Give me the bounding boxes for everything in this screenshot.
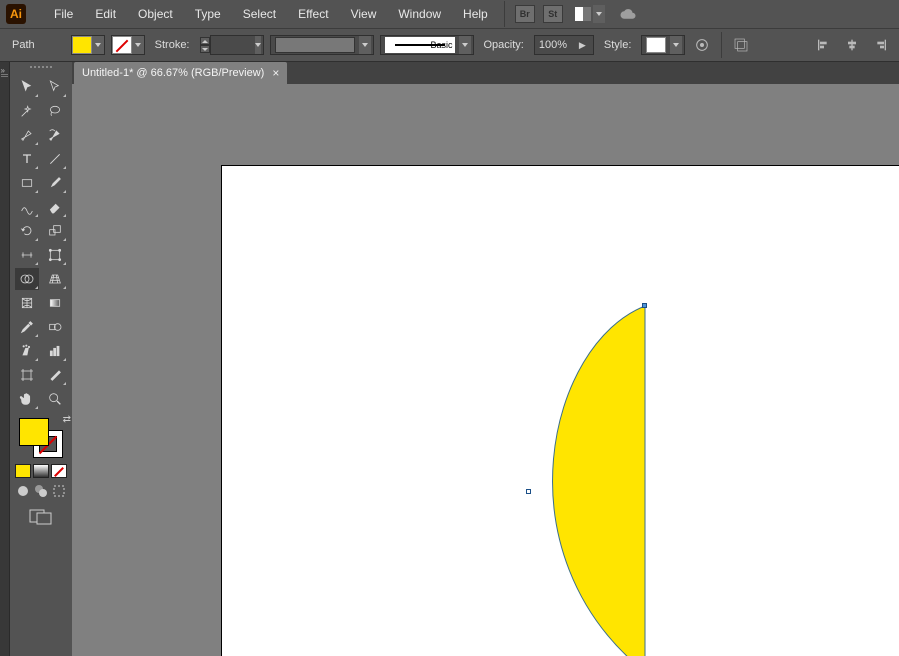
rotate-tool[interactable] [15, 220, 39, 242]
selection-tool[interactable] [15, 76, 39, 98]
stroke-weight-input[interactable] [215, 39, 251, 51]
menu-window[interactable]: Window [390, 3, 449, 25]
menu-object[interactable]: Object [130, 3, 181, 25]
perspective-grid-tool[interactable] [43, 268, 67, 290]
canvas[interactable] [72, 84, 899, 656]
opacity-label: Opacity: [480, 39, 528, 51]
shaper-tool[interactable] [15, 196, 39, 218]
menu-file[interactable]: File [46, 3, 81, 25]
brush-definition[interactable]: Basic [380, 35, 474, 55]
app-logo: Ai [6, 4, 26, 24]
width-tool[interactable] [15, 244, 39, 266]
sync-settings-icon[interactable] [619, 6, 637, 22]
eraser-tool[interactable] [43, 196, 67, 218]
free-transform-tool[interactable] [43, 244, 67, 266]
screen-mode-icon[interactable] [29, 508, 53, 526]
control-bar: Path Stroke: Basic Opacity: ▶ Style: [0, 28, 899, 62]
align-left-icon[interactable] [813, 35, 835, 55]
transform-panel-icon[interactable] [730, 35, 752, 55]
curvature-tool[interactable] [43, 124, 67, 146]
rectangle-tool[interactable] [15, 172, 39, 194]
align-center-icon[interactable] [841, 35, 863, 55]
anchor-point-top[interactable] [642, 303, 647, 308]
stroke-swatch[interactable] [111, 35, 145, 55]
hand-tool[interactable] [15, 388, 39, 410]
style-label: Style: [600, 39, 636, 51]
menu-select[interactable]: Select [235, 3, 284, 25]
opacity-field[interactable]: ▶ [534, 35, 594, 55]
menu-bar: Ai File Edit Object Type Select Effect V… [0, 0, 899, 28]
document-tab[interactable]: Untitled-1* @ 66.67% (RGB/Preview) × [74, 62, 287, 84]
fill-proxy[interactable] [19, 418, 49, 446]
draw-normal-icon[interactable] [16, 484, 30, 498]
blend-tool[interactable] [43, 316, 67, 338]
gradient-tool[interactable] [43, 292, 67, 314]
shape-builder-tool[interactable] [15, 268, 39, 290]
document-tab-title: Untitled-1* @ 66.67% (RGB/Preview) [82, 67, 264, 79]
type-tool[interactable] [15, 148, 39, 170]
fill-swatch[interactable] [71, 35, 105, 55]
align-right-icon[interactable] [869, 35, 891, 55]
mesh-tool[interactable] [15, 292, 39, 314]
graphic-style[interactable] [641, 35, 685, 55]
color-mode-solid[interactable] [15, 464, 31, 478]
menu-view[interactable]: View [343, 3, 385, 25]
stroke-weight-stepper[interactable] [200, 35, 264, 55]
pen-tool[interactable] [15, 124, 39, 146]
fill-stroke-proxy[interactable]: ⇄ [19, 418, 63, 458]
close-tab-icon[interactable]: × [272, 66, 279, 80]
menu-effect[interactable]: Effect [290, 3, 336, 25]
color-mode-row [15, 464, 67, 478]
eyedropper-tool[interactable] [15, 316, 39, 338]
draw-inside-icon[interactable] [52, 484, 66, 498]
artboard-tool[interactable] [15, 364, 39, 386]
column-graph-tool[interactable] [43, 340, 67, 362]
anchor-point-mid[interactable] [526, 489, 531, 494]
selection-type-label: Path [8, 39, 39, 51]
scale-tool[interactable] [43, 220, 67, 242]
dock-strip[interactable]: » [0, 62, 10, 656]
arrange-documents[interactable] [575, 5, 605, 23]
stroke-label: Stroke: [151, 39, 194, 51]
paintbrush-tool[interactable] [43, 172, 67, 194]
draw-behind-icon[interactable] [34, 484, 48, 498]
lasso-tool[interactable] [43, 100, 67, 122]
swap-fill-stroke-icon[interactable]: ⇄ [63, 414, 71, 425]
expand-dock-icon[interactable]: » [1, 66, 9, 74]
tools-panel: ⇄ [10, 62, 72, 656]
direct-selection-tool[interactable] [43, 76, 67, 98]
symbol-sprayer-tool[interactable] [15, 340, 39, 362]
line-segment-tool[interactable] [43, 148, 67, 170]
recolor-artwork-icon[interactable] [691, 35, 713, 55]
panel-grip[interactable] [21, 66, 61, 72]
menu-type[interactable]: Type [187, 3, 229, 25]
slice-tool[interactable] [43, 364, 67, 386]
draw-modes [16, 484, 66, 498]
magic-wand-tool[interactable] [15, 100, 39, 122]
zoom-tool[interactable] [43, 388, 67, 410]
menu-help[interactable]: Help [455, 3, 496, 25]
opacity-input[interactable] [539, 39, 575, 51]
variable-width-profile[interactable] [270, 35, 374, 55]
color-mode-none[interactable] [51, 464, 67, 478]
bridge-button[interactable]: Br [515, 5, 535, 23]
document-tab-bar: Untitled-1* @ 66.67% (RGB/Preview) × [72, 62, 899, 84]
selected-path[interactable] [528, 304, 646, 656]
stock-button[interactable]: St [543, 5, 563, 23]
menu-edit[interactable]: Edit [87, 3, 124, 25]
color-mode-gradient[interactable] [33, 464, 49, 478]
